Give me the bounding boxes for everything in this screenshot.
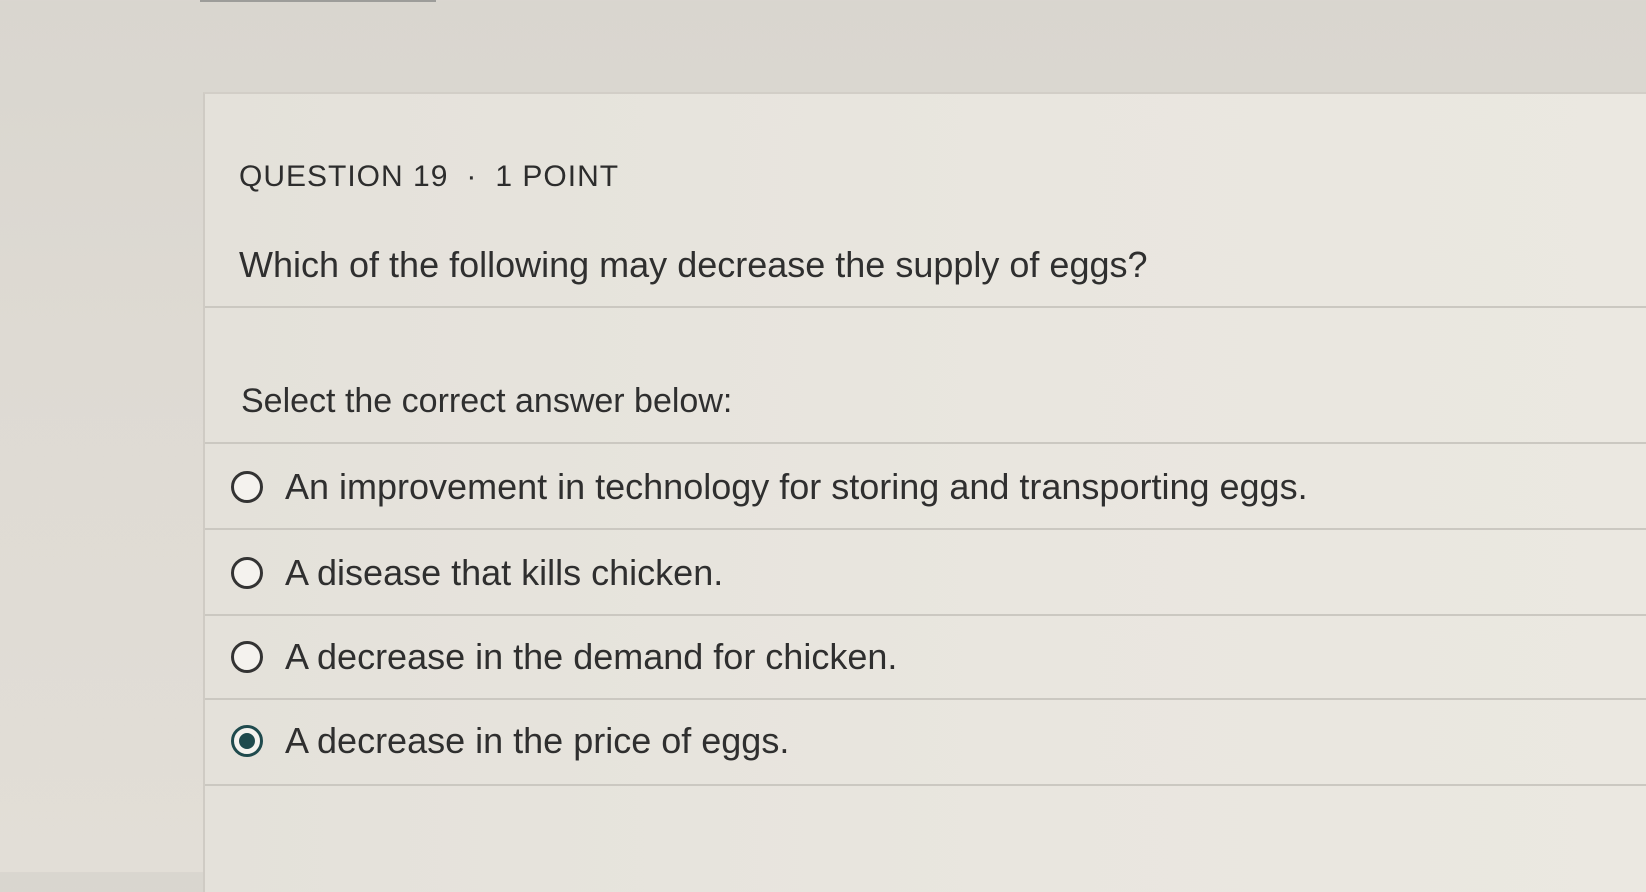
radio-button[interactable] <box>231 471 263 503</box>
header-separator: · <box>466 160 478 193</box>
question-points: 1 POINT <box>495 160 620 193</box>
question-text: Which of the following may decrease the … <box>239 244 1148 285</box>
answer-option[interactable]: A disease that kills chicken. <box>205 530 1646 616</box>
answer-option[interactable]: A decrease in the demand for chicken. <box>205 614 1646 700</box>
answer-prompt: Select the correct answer below: <box>241 382 733 420</box>
radio-button[interactable] <box>231 641 263 673</box>
question-number: QUESTION 19 <box>239 160 449 193</box>
answer-option-label: An improvement in technology for storing… <box>285 466 1308 507</box>
radio-button-selected[interactable] <box>231 725 263 757</box>
question-header: QUESTION 19 · 1 POINT <box>239 160 619 194</box>
answer-option-label: A decrease in the demand for chicken. <box>285 636 898 677</box>
question-card: QUESTION 19 · 1 POINT Which of the followi… <box>203 92 1646 892</box>
answer-option[interactable]: An improvement in technology for storing… <box>205 444 1646 530</box>
answer-option-label: A decrease in the price of eggs. <box>285 720 790 761</box>
divider <box>205 306 1646 308</box>
radio-button[interactable] <box>231 557 263 589</box>
top-divider-line <box>200 0 436 2</box>
divider <box>205 784 1646 786</box>
answer-option-selected[interactable]: A decrease in the price of eggs. <box>205 698 1646 784</box>
answer-option-label: A disease that kills chicken. <box>285 552 724 593</box>
